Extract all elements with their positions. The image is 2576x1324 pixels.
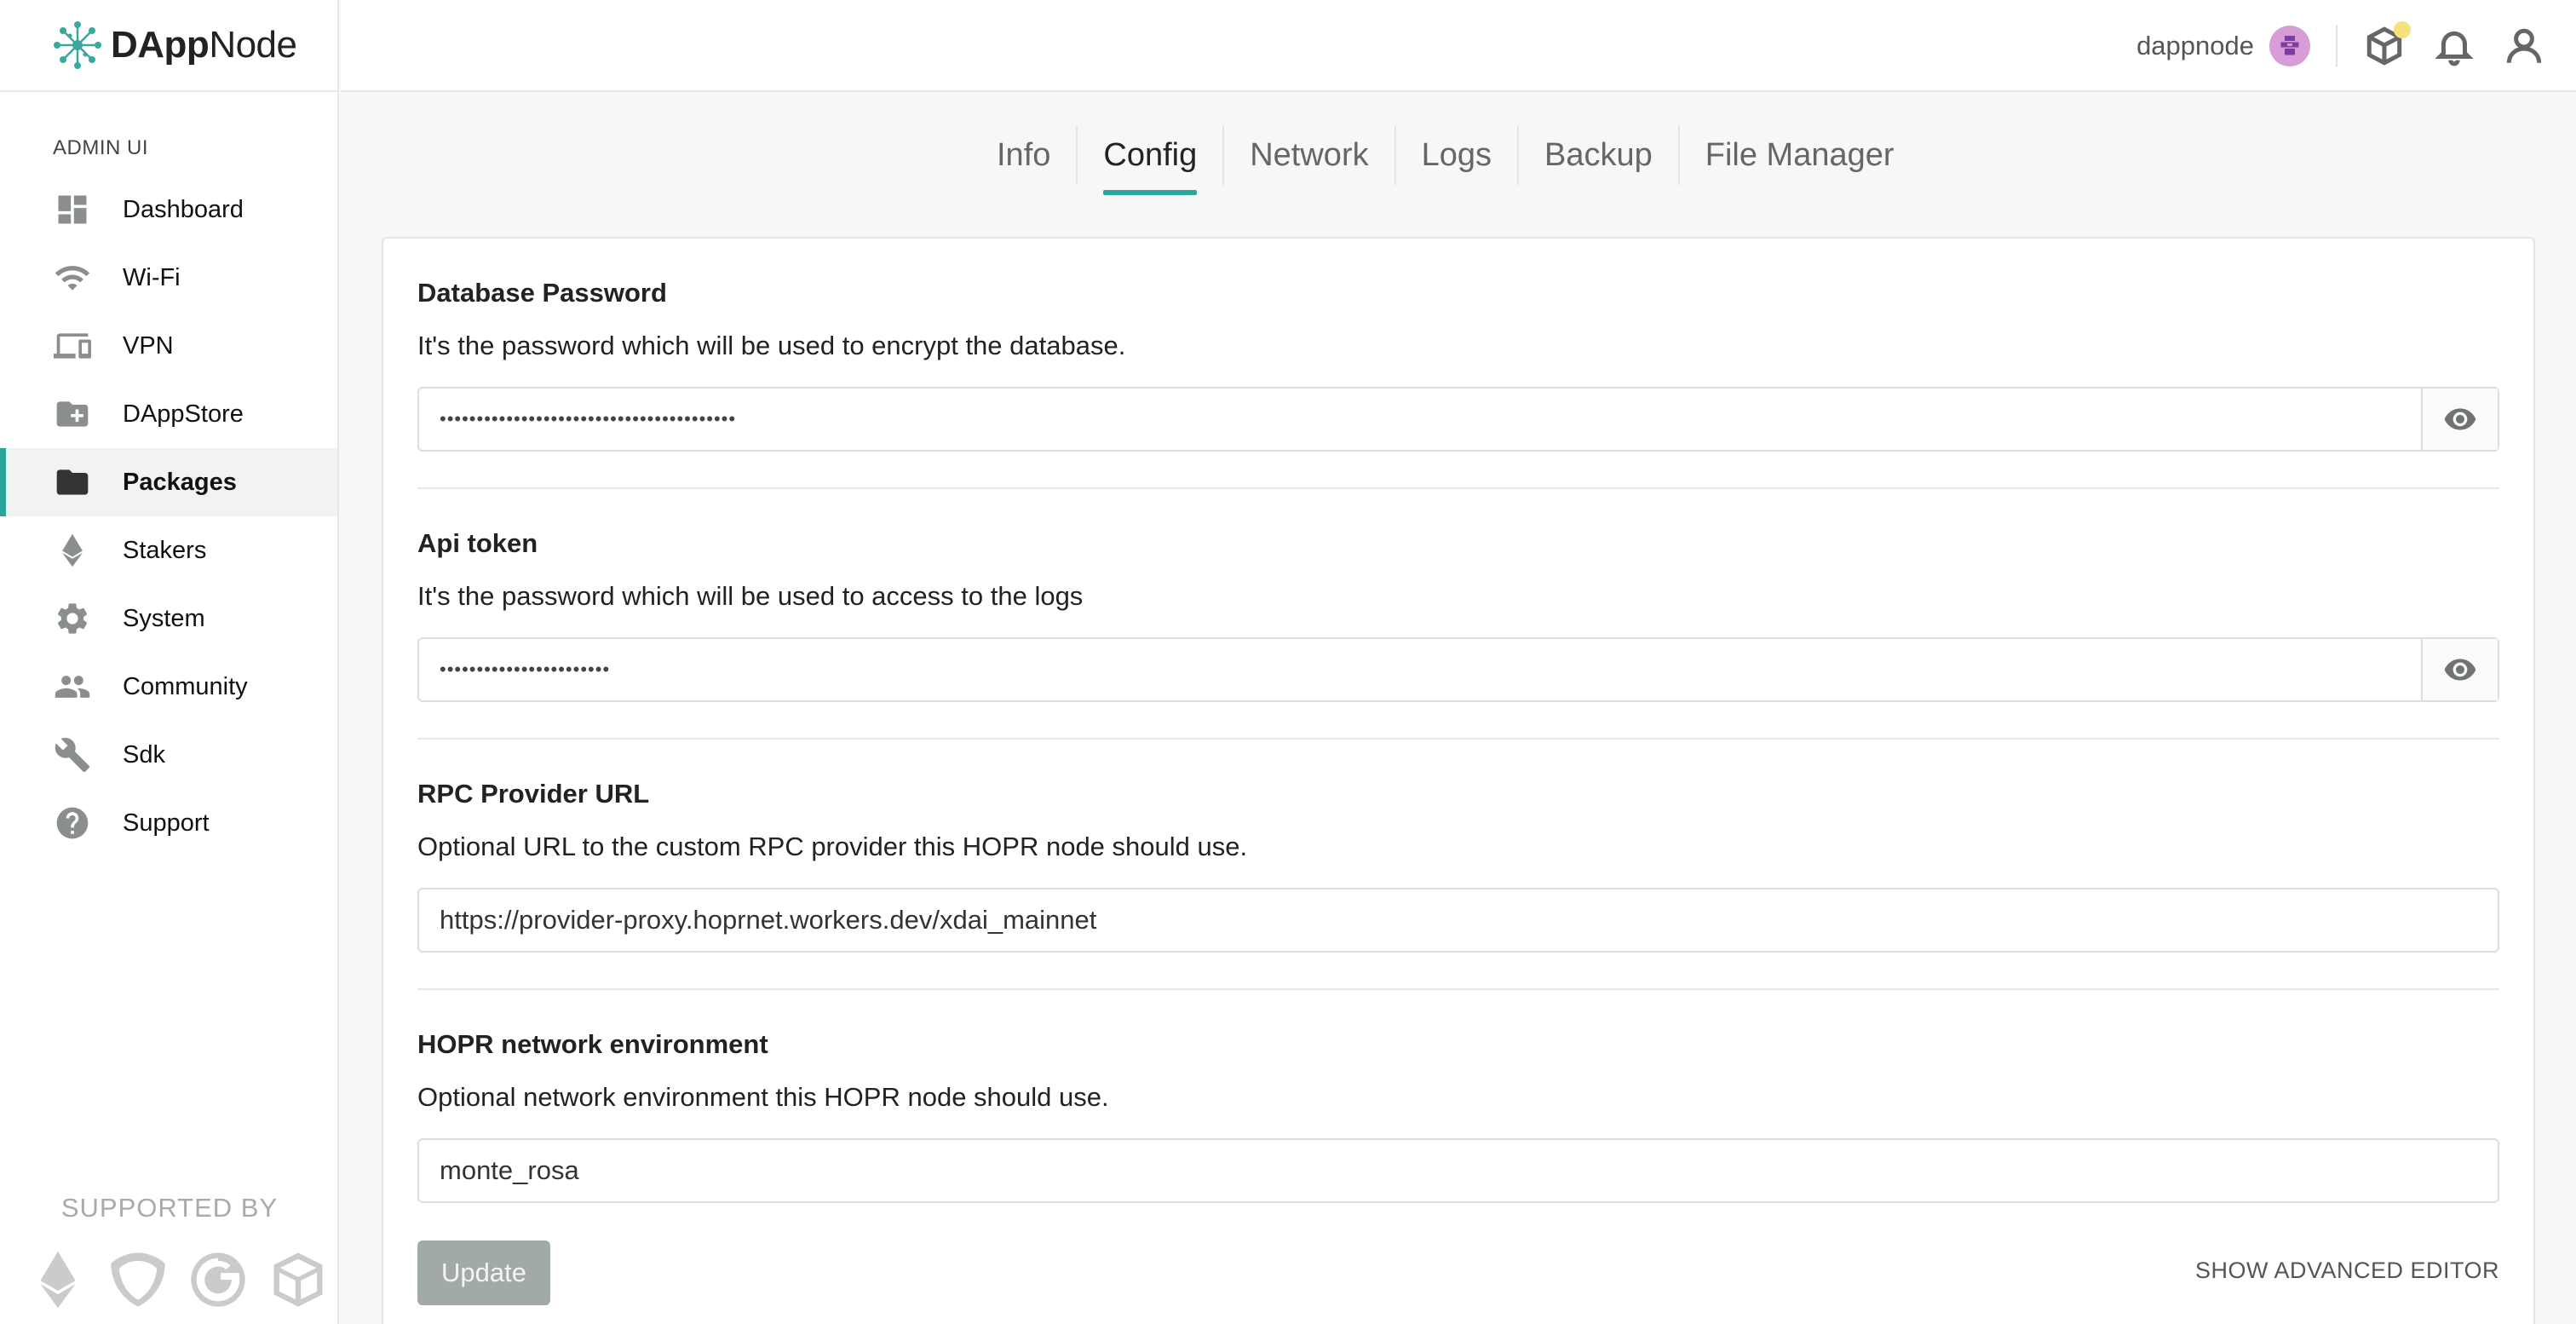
package-tabs: Info Config Network Logs Backup File Man…	[971, 119, 1920, 195]
sponsor-logos	[26, 1247, 331, 1312]
sidebar-item-label: Packages	[123, 468, 237, 496]
gnosis-logo-icon	[191, 1252, 245, 1307]
api-token-input-wrap	[417, 637, 2499, 702]
tab-logs[interactable]: Logs	[1396, 125, 1520, 185]
update-button[interactable]: Update	[417, 1241, 550, 1305]
field-separator	[417, 487, 2499, 489]
sidebar-item-label: System	[123, 604, 205, 632]
sidebar-item-packages[interactable]: Packages	[0, 448, 337, 516]
sidebar-item-label: Support	[123, 809, 210, 837]
tab-info[interactable]: Info	[971, 125, 1078, 185]
field-description: Optional network environment this HOPR n…	[417, 1082, 1109, 1112]
database-password-input-wrap	[417, 387, 2499, 452]
folder-icon	[53, 463, 92, 502]
config-field-hopr-network-environment: HOPR network environment Optional networ…	[417, 1029, 2499, 1203]
field-description: Optional URL to the custom RPC provider …	[417, 832, 1248, 861]
topbar-actions: dappnode	[2136, 21, 2545, 70]
devices-icon	[53, 326, 92, 366]
hopr-network-environment-input-wrap	[417, 1138, 2499, 1203]
field-title: RPC Provider URL	[417, 779, 650, 809]
sidebar-item-label: VPN	[123, 331, 174, 360]
sidebar-item-system[interactable]: System	[0, 584, 337, 653]
sidebar-item-label: Sdk	[123, 740, 165, 768]
cube-stack-logo-icon	[273, 1252, 323, 1307]
package-cube-icon[interactable]	[2363, 21, 2411, 67]
wrench-icon	[53, 735, 92, 774]
sidebar-item-sdk[interactable]: Sdk	[0, 721, 337, 789]
user-icon[interactable]	[2503, 25, 2545, 67]
field-title: HOPR network environment	[417, 1029, 768, 1059]
dashboard-icon	[53, 190, 92, 229]
tab-file-manager[interactable]: File Manager	[1680, 125, 1920, 185]
field-title: Api token	[417, 528, 538, 558]
sidebar-item-vpn[interactable]: VPN	[0, 312, 337, 380]
notification-dot	[2394, 21, 2411, 38]
folder-plus-icon	[53, 394, 92, 434]
rpc-provider-url-input-wrap	[417, 888, 2499, 953]
sidebar-item-support[interactable]: Support	[0, 789, 337, 857]
sidebar-item-dappstore[interactable]: DAppStore	[0, 380, 337, 448]
sidebar-item-label: Stakers	[123, 536, 207, 564]
ethereum-foundation-logo-icon	[40, 1251, 76, 1309]
username: dappnode	[2136, 31, 2254, 60]
tab-backup[interactable]: Backup	[1519, 125, 1680, 185]
sidebar-item-community[interactable]: Community	[0, 653, 337, 721]
topbar-divider	[2336, 25, 2337, 67]
hopr-network-environment-input[interactable]	[419, 1140, 2498, 1201]
sidebar-item-label: Dashboard	[123, 195, 244, 223]
supported-by-label: SUPPORTED BY	[60, 1193, 279, 1223]
sidebar-section-label: ADMIN UI	[53, 136, 148, 159]
field-separator	[417, 988, 2499, 990]
show-advanced-editor-link[interactable]: SHOW ADVANCED EDITOR	[2195, 1258, 2499, 1284]
gear-icon	[53, 599, 92, 638]
people-icon	[53, 667, 92, 706]
sidebar-item-label: Community	[123, 672, 248, 700]
sidebar: DAppNode ADMIN UI Dashboard Wi-Fi VPN DA…	[0, 0, 339, 1324]
config-field-api-token: Api token It's the password which will b…	[417, 528, 2499, 702]
config-field-database-password: Database Password It's the password whic…	[417, 278, 2499, 452]
wifi-icon	[53, 258, 92, 297]
sidebar-item-label: DAppStore	[123, 400, 244, 428]
field-description: It's the password which will be used to …	[417, 581, 1084, 611]
sidebar-item-dashboard[interactable]: Dashboard	[0, 176, 337, 244]
eye-icon[interactable]	[2421, 639, 2498, 700]
sidebar-nav: Dashboard Wi-Fi VPN DAppStore Packages S…	[0, 176, 337, 857]
brand[interactable]: DAppNode	[0, 0, 337, 92]
dappnode-logo-icon	[54, 21, 101, 69]
field-separator	[417, 738, 2499, 740]
api-token-input[interactable]	[419, 639, 2421, 700]
shield-logo-icon	[111, 1252, 165, 1307]
eye-icon[interactable]	[2421, 389, 2498, 450]
tab-network[interactable]: Network	[1224, 125, 1396, 185]
sidebar-item-label: Wi-Fi	[123, 263, 181, 291]
topbar: dappnode	[341, 0, 2576, 92]
rpc-provider-url-input[interactable]	[419, 889, 2498, 951]
field-title: Database Password	[417, 278, 667, 308]
bell-icon[interactable]	[2433, 25, 2475, 67]
avatar-icon[interactable]	[2269, 26, 2310, 66]
ethereum-icon	[53, 531, 92, 570]
brand-name: DAppNode	[111, 24, 297, 66]
sidebar-item-wifi[interactable]: Wi-Fi	[0, 244, 337, 312]
config-card: Database Password It's the password whic…	[382, 237, 2535, 1324]
tab-config[interactable]: Config	[1078, 125, 1225, 195]
help-icon	[53, 803, 92, 843]
field-description: It's the password which will be used to …	[417, 331, 1126, 360]
database-password-input[interactable]	[419, 389, 2421, 450]
sidebar-item-stakers[interactable]: Stakers	[0, 516, 337, 584]
config-field-rpc-provider-url: RPC Provider URL Optional URL to the cus…	[417, 779, 2499, 953]
